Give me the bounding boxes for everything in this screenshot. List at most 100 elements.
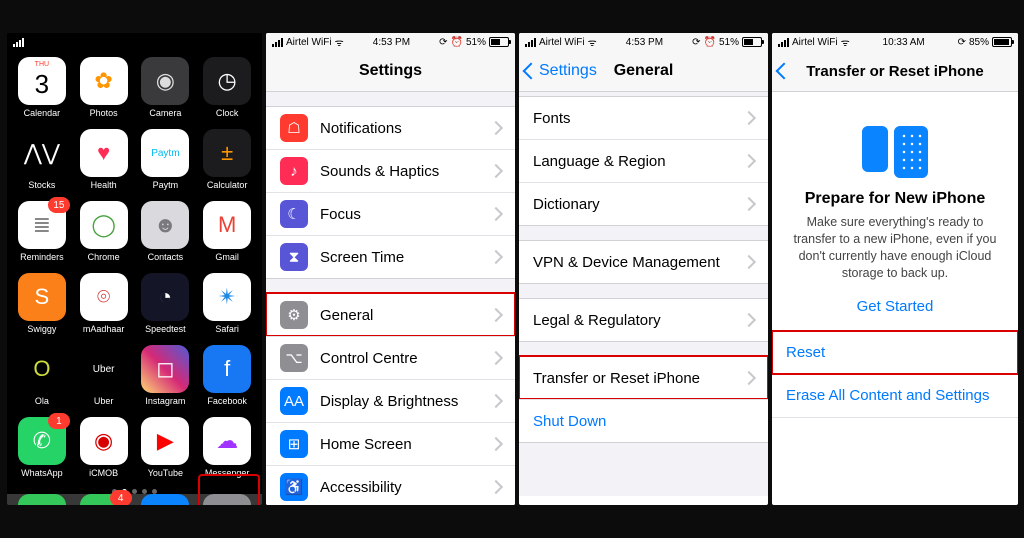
row-label: Sounds & Haptics xyxy=(320,163,491,180)
app-clock[interactable]: ◷Clock xyxy=(196,57,258,129)
row-notifications[interactable]: ☖Notifications xyxy=(266,106,515,149)
app-icmob[interactable]: ◉iCMOB xyxy=(73,417,135,489)
row-dictionary[interactable]: Dictionary xyxy=(519,182,768,226)
row-fonts[interactable]: Fonts xyxy=(519,96,768,139)
row-language-region[interactable]: Language & Region xyxy=(519,139,768,182)
nav-bar: Transfer or Reset iPhone xyxy=(772,51,1018,92)
nav-bar: Settings General xyxy=(519,51,768,92)
wifi-icon: ᯤ xyxy=(588,35,597,49)
row-label: Shut Down xyxy=(533,413,754,430)
row-label: Control Centre xyxy=(320,350,491,367)
row-icon: ⊞ xyxy=(280,430,308,458)
dock-phone[interactable]: ✆ xyxy=(18,494,66,505)
carrier: Airtel WiFi xyxy=(539,37,585,48)
row-transfer-or-reset-iphone[interactable]: Transfer or Reset iPhone xyxy=(519,356,768,399)
app-youtube[interactable]: ▶YouTube xyxy=(135,417,197,489)
app-stocks[interactable]: ⋀⋁Stocks xyxy=(11,129,73,201)
app-photos[interactable]: ✿Photos xyxy=(73,57,135,129)
status-bar: Airtel WiFiᯤ 10:33 AM ⟳85% xyxy=(772,33,1018,51)
app-label: Clock xyxy=(216,108,239,118)
row-icon: ☖ xyxy=(280,114,308,142)
row-label: Transfer or Reset iPhone xyxy=(533,370,744,387)
row-icon: ♿ xyxy=(280,473,308,501)
chevron-right-icon xyxy=(742,255,756,269)
battery-pct: 51% xyxy=(466,37,486,48)
carrier: Airtel WiFi xyxy=(792,37,838,48)
chevron-right-icon xyxy=(742,154,756,168)
carrier: Airtel WiFi xyxy=(286,37,332,48)
app-label: WhatsApp xyxy=(21,468,63,478)
app-camera[interactable]: ◉Camera xyxy=(135,57,197,129)
chevron-right-icon xyxy=(742,111,756,125)
dock-app store[interactable]: A xyxy=(141,494,189,505)
dock-messages[interactable]: ✉4 xyxy=(80,494,128,505)
chevron-right-icon xyxy=(489,121,503,135)
row-accessibility[interactable]: ♿Accessibility xyxy=(266,465,515,505)
app-calculator[interactable]: ±Calculator xyxy=(196,129,258,201)
back-label: Settings xyxy=(539,62,597,80)
row-vpn-device-management[interactable]: VPN & Device Management xyxy=(519,240,768,284)
app-label: Facebook xyxy=(207,396,247,406)
battery-icon xyxy=(992,37,1012,47)
status-bar: Airtel WiFiᯤ 4:53 PM ⟳⏰51% xyxy=(519,33,768,51)
highlight-settings xyxy=(198,474,260,505)
nav-bar: Settings xyxy=(266,51,515,92)
app-label: Uber xyxy=(94,396,114,406)
prepare-heading: Prepare for New iPhone xyxy=(786,190,1004,208)
row-focus[interactable]: ☾Focus xyxy=(266,192,515,235)
app-label: Camera xyxy=(149,108,181,118)
row-label: Legal & Regulatory xyxy=(533,312,744,329)
app-label: Photos xyxy=(90,108,118,118)
app-contacts[interactable]: ☻Contacts xyxy=(135,201,197,273)
app-uber[interactable]: UberUber xyxy=(73,345,135,417)
row-icon: ⧗ xyxy=(280,243,308,271)
row-display-brightness[interactable]: AA Display & Brightness xyxy=(266,379,515,422)
chevron-right-icon xyxy=(489,250,503,264)
row-label: Display & Brightness xyxy=(320,393,491,410)
option-reset[interactable]: Reset xyxy=(772,331,1018,374)
app-facebook[interactable]: fFacebook xyxy=(196,345,258,417)
get-started-link[interactable]: Get Started xyxy=(786,298,1004,315)
back-button[interactable]: Settings xyxy=(525,62,597,80)
back-button[interactable] xyxy=(778,65,792,77)
app-label: Contacts xyxy=(148,252,184,262)
row-shut-down[interactable]: Shut Down xyxy=(519,399,768,443)
row-general[interactable]: ⚙General xyxy=(266,293,515,336)
app-calendar[interactable]: THU3Calendar xyxy=(11,57,73,129)
clock: 10:33 AM xyxy=(883,37,925,48)
row-label: Screen Time xyxy=(320,249,491,266)
app-speedtest[interactable]: ◔Speedtest xyxy=(135,273,197,345)
row-control-centre[interactable]: ⌥Control Centre xyxy=(266,336,515,379)
row-label: General xyxy=(320,307,491,324)
badge: 15 xyxy=(48,197,70,213)
clock: 4:53 PM xyxy=(626,37,663,48)
app-instagram[interactable]: ◻Instagram xyxy=(135,345,197,417)
row-home-screen[interactable]: ⊞ Home Screen xyxy=(266,422,515,465)
app-health[interactable]: ♥Health xyxy=(73,129,135,201)
app-label: Safari xyxy=(215,324,239,334)
app-safari[interactable]: ✴Safari xyxy=(196,273,258,345)
chevron-right-icon xyxy=(489,164,503,178)
app-label: Chrome xyxy=(88,252,120,262)
app-swiggy[interactable]: SSwiggy xyxy=(11,273,73,345)
app-ola[interactable]: OOla xyxy=(11,345,73,417)
app-maadhaar[interactable]: ⌾mAadhaar xyxy=(73,273,135,345)
app-gmail[interactable]: MGmail xyxy=(196,201,258,273)
app-label: Swiggy xyxy=(27,324,56,334)
app-label: Stocks xyxy=(28,180,55,190)
transfer-or-reset: Airtel WiFiᯤ 10:33 AM ⟳85% Transfer or R… xyxy=(772,33,1018,505)
app-label: Calculator xyxy=(207,180,248,190)
app-reminders[interactable]: ≣15Reminders xyxy=(11,201,73,273)
alarm-icon: ⏰ xyxy=(704,37,716,48)
app-chrome[interactable]: ◯Chrome xyxy=(73,201,135,273)
battery-pct: 51% xyxy=(719,37,739,48)
row-icon: AA xyxy=(280,387,308,415)
app-whatsapp[interactable]: ✆1WhatsApp xyxy=(11,417,73,489)
row-screen-time[interactable]: ⧗ Screen Time xyxy=(266,235,515,279)
option-erase-all-content-and-settings[interactable]: Erase All Content and Settings xyxy=(772,374,1018,418)
app-paytm[interactable]: PaytmPaytm xyxy=(135,129,197,201)
row-legal-regulatory[interactable]: Legal & Regulatory xyxy=(519,298,768,342)
page-title: Settings xyxy=(359,62,422,80)
row-sounds-haptics[interactable]: ♪Sounds & Haptics xyxy=(266,149,515,192)
row-label: Home Screen xyxy=(320,436,491,453)
